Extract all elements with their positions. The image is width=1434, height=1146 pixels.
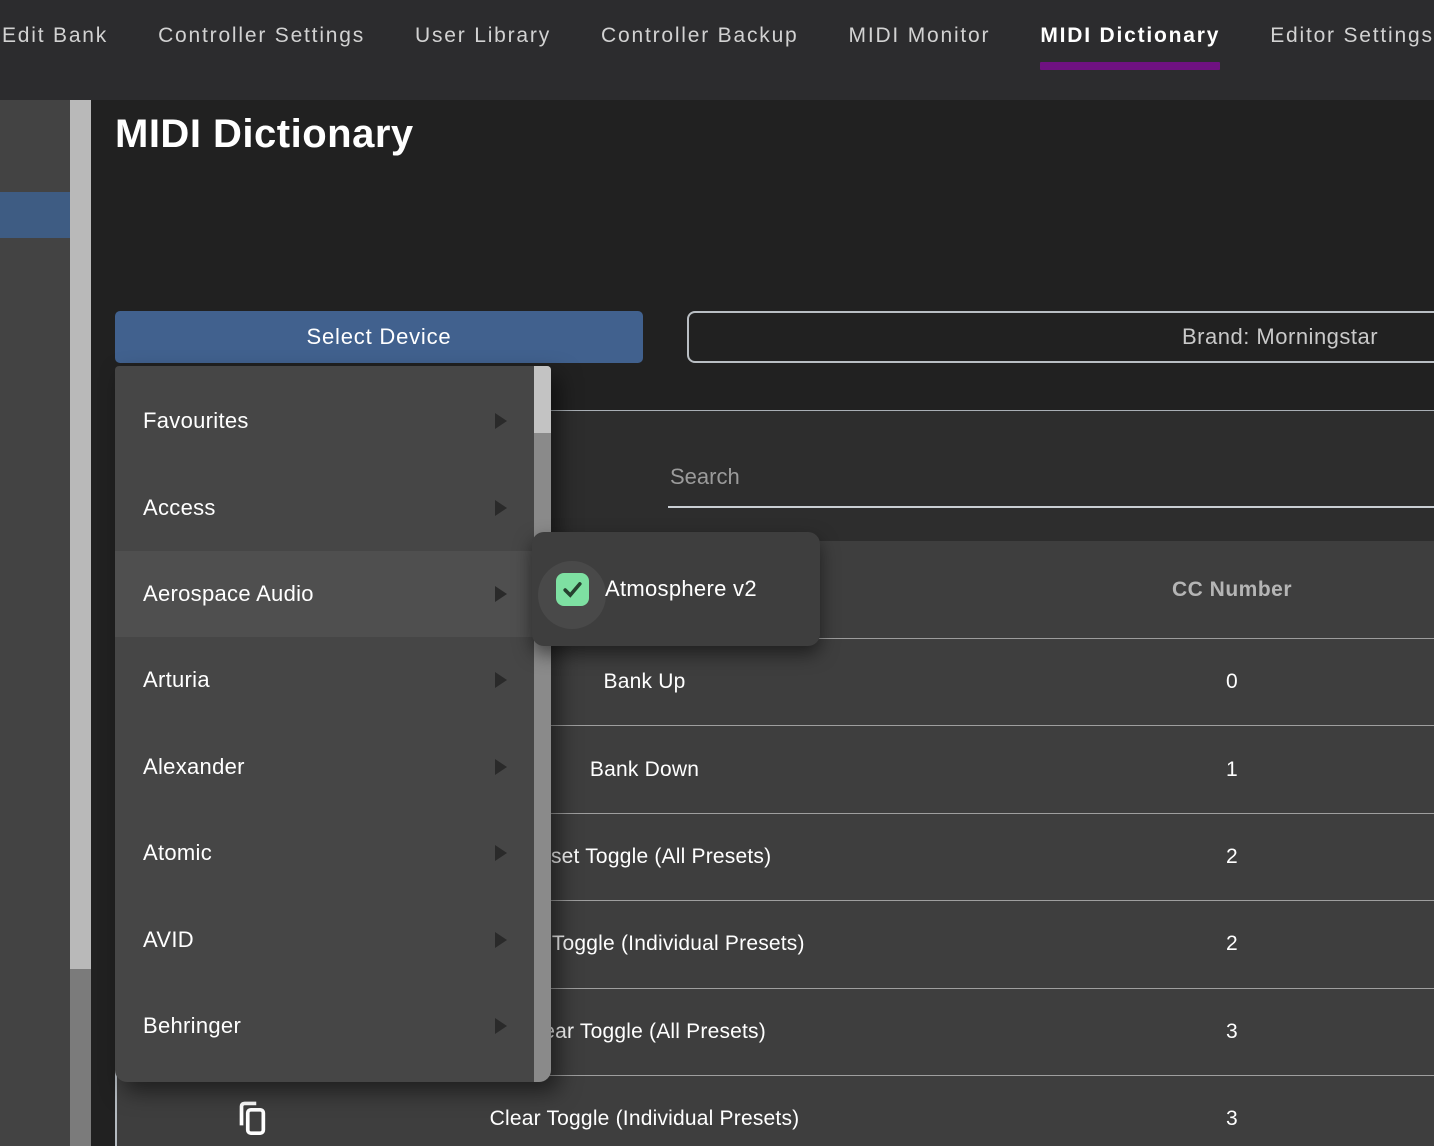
brand-label: Brand: Morningstar [1182, 313, 1378, 361]
row-cc-number: 1 [902, 758, 1434, 782]
brand-menu-item[interactable]: Behringer [115, 983, 534, 1069]
nav-tab-label: MIDI Dictionary [1040, 24, 1220, 48]
brand-menu-item-label: Access [143, 495, 216, 521]
check-mark-icon [559, 576, 586, 603]
chevron-right-icon [495, 672, 507, 688]
brand-menu-item[interactable]: Alexander [115, 724, 534, 810]
page-scrollbar-thumb[interactable] [70, 100, 91, 969]
nav-tab[interactable]: MIDI Dictionary [1040, 24, 1220, 70]
chevron-right-icon [495, 500, 507, 516]
search-input[interactable] [668, 458, 1434, 508]
page-scrollbar-track[interactable] [70, 100, 91, 1146]
search-field [668, 458, 1434, 508]
chevron-right-icon [495, 759, 507, 775]
chevron-right-icon [495, 932, 507, 948]
copy-icon [235, 1099, 269, 1139]
chevron-right-icon [495, 413, 507, 429]
brand-button[interactable]: Brand: Morningstar [687, 311, 1434, 363]
brand-menu-item[interactable]: Access [115, 464, 534, 550]
brand-menu-item-label: Favourites [143, 408, 249, 434]
device-brand-menu-items: Favourites Access Aerospace Audio Arturi… [115, 366, 534, 1082]
nav-tab-label: Controller Settings [158, 24, 365, 48]
nav-tab[interactable]: Controller Backup [601, 24, 799, 70]
select-device-button[interactable]: Select Device [115, 311, 643, 363]
left-sidebar [0, 100, 70, 1146]
brand-menu-item[interactable]: Arturia [115, 637, 534, 723]
nav-tab-label: MIDI Monitor [849, 24, 991, 48]
nav-tabs: Edit Bank Controller Settings User Libra… [0, 0, 1434, 70]
device-brand-menu: Favourites Access Aerospace Audio Arturi… [115, 366, 551, 1082]
menu-scrollbar-track[interactable] [534, 366, 551, 1082]
page-title: MIDI Dictionary [115, 112, 414, 157]
row-cc-number: 0 [902, 670, 1434, 694]
device-name-label: Atmosphere v2 [605, 576, 757, 602]
table-row[interactable]: Clear Toggle (Individual Presets) 3 [117, 1076, 1434, 1146]
brand-menu-item[interactable]: Aerospace Audio [115, 551, 534, 637]
row-cc-number: 3 [902, 1107, 1434, 1131]
app-window: Edit Bank Controller Settings User Libra… [0, 0, 1434, 1146]
top-nav: Edit Bank Controller Settings User Libra… [0, 0, 1434, 100]
nav-tab[interactable]: MIDI Monitor [849, 24, 991, 70]
device-submenu-item[interactable]: Atmosphere v2 [532, 532, 820, 646]
brand-menu-item-label: Alexander [143, 754, 245, 780]
nav-tab[interactable]: Editor Settings [1270, 24, 1434, 70]
nav-tab-label: Edit Bank [2, 24, 108, 48]
active-tab-underline [1040, 62, 1220, 70]
copy-button[interactable] [235, 1099, 269, 1139]
brand-menu-item[interactable]: Atomic [115, 810, 534, 896]
brand-menu-item-label: Aerospace Audio [143, 581, 314, 607]
sidebar-selected-item[interactable] [0, 192, 70, 238]
chevron-right-icon [495, 1018, 507, 1034]
device-submenu: Atmosphere v2 [532, 532, 820, 646]
chevron-right-icon [495, 586, 507, 602]
chevron-right-icon [495, 845, 507, 861]
nav-tab[interactable]: Edit Bank [2, 24, 108, 70]
row-cc-number: 3 [902, 1020, 1434, 1044]
cc-number-column-header: CC Number [902, 578, 1434, 602]
nav-tab-label: Editor Settings [1270, 24, 1434, 48]
menu-scrollbar-thumb[interactable] [534, 366, 551, 433]
brand-menu-item[interactable]: AVID [115, 896, 534, 982]
nav-tab-label: Controller Backup [601, 24, 799, 48]
row-cc-number: 2 [902, 932, 1434, 956]
nav-tab-label: User Library [415, 24, 551, 48]
nav-tab[interactable]: User Library [415, 24, 551, 70]
brand-menu-item[interactable]: Favourites [115, 378, 534, 464]
row-name: Clear Toggle (Individual Presets) [387, 1107, 902, 1131]
checkbox-checked-icon[interactable] [556, 573, 589, 606]
brand-menu-item-label: Behringer [143, 1013, 241, 1039]
brand-menu-item-label: AVID [143, 927, 194, 953]
brand-menu-item-label: Atomic [143, 840, 212, 866]
brand-menu-item-label: Arturia [143, 667, 210, 693]
row-cc-number: 2 [902, 845, 1434, 869]
nav-tab[interactable]: Controller Settings [158, 24, 365, 70]
